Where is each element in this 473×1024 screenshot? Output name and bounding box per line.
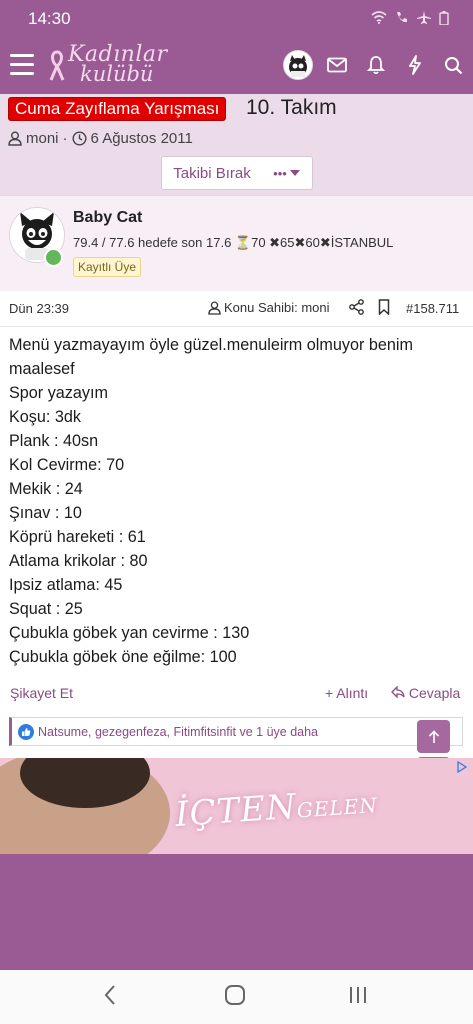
quote-link[interactable]: + Alıntı (325, 685, 368, 701)
ad-choices-icon[interactable] (455, 760, 471, 774)
page-background-fill (0, 854, 473, 970)
post-meta-bar: Dün 23:39 Konu Sahibi: moni #158.711 (0, 290, 473, 327)
search-icon[interactable] (440, 52, 466, 78)
logo-text-bottom: kulübü (80, 62, 154, 86)
airplane-icon (417, 11, 431, 28)
post-line: Atlama krikolar : 80 (9, 552, 148, 570)
ad-headline-main: İÇTEN (173, 786, 299, 836)
post-author-name[interactable]: Baby Cat (73, 209, 142, 227)
status-time: 14:30 (28, 9, 71, 28)
post-line: Squat : 25 (9, 600, 83, 618)
post-author-block: Baby Cat 79.4 / 77.6 hedefe son 17.6 ⏳70… (0, 195, 473, 291)
reply-link[interactable]: Cevapla (391, 685, 460, 701)
ad-headline: İÇTENGELEN (174, 781, 379, 835)
meta-separator: · (62, 130, 68, 147)
back-icon[interactable] (103, 984, 117, 1011)
thread-owner-label: Konu Sahibi: moni (224, 300, 330, 315)
thread-prefix-label[interactable]: Cuma Zayıflama Yarışması (8, 97, 227, 121)
thread-header: Cuma Zayıflama Yarışması 10. Takım moni … (0, 94, 473, 195)
reactions-text[interactable]: Natsume, gezegenfeza, Fitimfitsinfit ve … (38, 725, 318, 739)
system-navigation-bar (0, 970, 473, 1024)
user-icon (8, 131, 22, 146)
arrow-up-icon (428, 729, 439, 743)
bolt-icon[interactable] (402, 52, 428, 78)
thread-meta: moni · 6 Ağustos 2011 (8, 130, 193, 147)
like-icon (18, 723, 34, 740)
post-line: maalesef (9, 360, 75, 378)
menu-icon[interactable] (10, 54, 34, 76)
unfollow-button[interactable]: Takibi Bırak (161, 156, 263, 190)
user-role-badge: Kayıtlı Üye (73, 257, 142, 277)
thread-date: 6 Ağustos 2011 (90, 130, 193, 147)
post-line: Şınav : 10 (9, 504, 82, 522)
post-author-signature: 79.4 / 77.6 hedefe son 17.6 ⏳70 ✖65✖60✖İ… (73, 235, 394, 250)
clock-icon (72, 131, 87, 146)
thread-owner-indicator: Konu Sahibi: moni (208, 300, 330, 315)
post-line: Kol Cevirme: 70 (9, 456, 125, 474)
post-line: Mekik : 24 (9, 480, 83, 498)
post-line: Koşu: 3dk (9, 408, 81, 426)
post-actions: Şikayet Et + Alıntı Cevapla (0, 680, 473, 708)
thread-title: 10. Takım (246, 96, 337, 119)
bookmark-icon[interactable] (378, 299, 390, 318)
user-icon (208, 301, 221, 315)
site-logo[interactable]: Kadınlar kulübü (46, 42, 167, 88)
online-status-indicator (44, 248, 63, 267)
more-dots-label: ••• (273, 165, 287, 181)
post-line: Spor yazayım (9, 384, 108, 402)
reply-label: Cevapla (408, 685, 461, 701)
mail-icon[interactable] (324, 52, 350, 78)
advertisement-banner[interactable]: İÇTENGELEN (0, 758, 473, 854)
call-icon (395, 11, 409, 28)
home-icon[interactable] (224, 984, 246, 1011)
post-number-link[interactable]: #158.711 (406, 301, 459, 316)
chevron-down-icon (289, 170, 300, 176)
wifi-icon (371, 11, 387, 28)
status-icons (371, 11, 449, 28)
top-navigation-bar: Kadınlar kulübü (0, 38, 473, 94)
ribbon-icon (49, 50, 65, 81)
battery-icon (439, 11, 449, 28)
post-line: Plank : 40sn (9, 432, 99, 450)
post-time[interactable]: Dün 23:39 (9, 301, 69, 316)
post-line: Çubukla göbek yan cevirme : 130 (9, 624, 250, 642)
report-link[interactable]: Şikayet Et (10, 685, 73, 701)
post-line: Köprü hareketi : 61 (9, 528, 146, 546)
thread-author[interactable]: moni (26, 130, 59, 147)
reactions-bar[interactable]: Natsume, gezegenfeza, Fitimfitsinfit ve … (9, 717, 463, 746)
ad-headline-small: GELEN (296, 792, 379, 823)
bell-icon[interactable] (363, 52, 389, 78)
recents-icon[interactable] (348, 984, 368, 1011)
status-bar: 14:30 (0, 0, 473, 38)
user-avatar[interactable] (283, 50, 313, 80)
post-body: Menü yazmayayım öyle güzel.menuleirm olm… (9, 333, 464, 669)
scroll-up-button[interactable] (417, 720, 450, 753)
reply-icon (391, 685, 405, 699)
share-icon[interactable] (349, 299, 364, 318)
more-options-button[interactable]: ••• (261, 156, 313, 190)
post-line: Menü yazmayayım öyle güzel.menuleirm olm… (9, 336, 413, 354)
post-line: Ipsiz atlama: 45 (9, 576, 123, 594)
post-line: Çubukla göbek öne eğilme: 100 (9, 648, 237, 666)
